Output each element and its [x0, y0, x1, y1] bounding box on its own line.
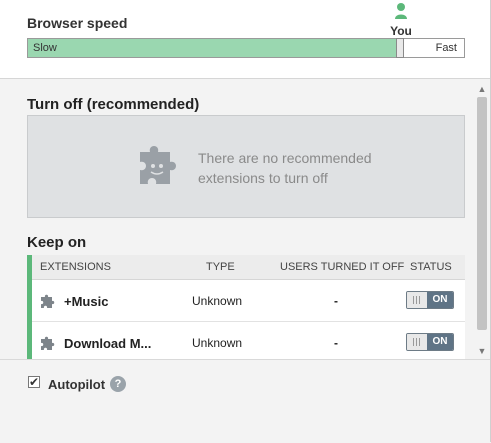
users-turned-off: - [334, 336, 338, 350]
table-row: +Music Unknown - ON [32, 280, 465, 322]
extension-name: +Music [64, 294, 109, 309]
table-header: EXTENSIONS TYPE USERS TURNED IT OFF STAT… [32, 255, 465, 280]
scroll-up-icon[interactable]: ▲ [476, 83, 488, 95]
column-users: USERS TURNED IT OFF [280, 261, 405, 273]
users-turned-off: - [334, 294, 338, 308]
toggle-on-label: ON [427, 292, 453, 308]
keep-on-title: Keep on [27, 234, 87, 251]
speed-fill [28, 39, 399, 57]
extension-puzzle-icon [41, 336, 55, 350]
extension-name: Download M... [64, 336, 152, 351]
speed-handle[interactable] [396, 38, 404, 58]
autopilot-checkbox[interactable]: ✔ [28, 376, 40, 388]
slow-label: Slow [33, 42, 57, 54]
help-icon[interactable]: ? [110, 376, 126, 392]
empty-message-line1: There are no recommended [198, 150, 372, 166]
toggle-grip [407, 292, 427, 308]
extension-puzzle-icon [41, 294, 55, 308]
scrollbar[interactable]: ▲ ▼ [476, 83, 488, 357]
autopilot-label[interactable]: Autopilot [48, 377, 105, 392]
keep-on-table: EXTENSIONS TYPE USERS TURNED IT OFF STAT… [27, 255, 465, 360]
extension-type: Unknown [192, 294, 243, 308]
column-type: TYPE [206, 261, 235, 273]
empty-message: There are no recommended extensions to t… [198, 148, 398, 188]
scroll-down-icon[interactable]: ▼ [476, 345, 488, 357]
empty-message-line2: extensions to turn off [198, 170, 328, 186]
extensions-panel: Turn off (recommended) There are no reco… [0, 78, 491, 360]
scroll-thumb[interactable] [477, 97, 487, 330]
turn-off-empty-box: There are no recommended extensions to t… [27, 115, 465, 218]
speed-title: Browser speed [27, 15, 128, 31]
table-row: Download M... Unknown - ON [32, 322, 465, 360]
footer: ✔ Autopilot ? [0, 359, 491, 443]
turn-off-title: Turn off (recommended) [27, 96, 200, 113]
you-marker: You [388, 2, 414, 38]
speed-header: Browser speed You Slow Fast [0, 0, 491, 78]
you-label: You [390, 24, 412, 38]
toggle-on-label: ON [427, 334, 453, 350]
toggle-grip [407, 334, 427, 350]
extension-type: Unknown [192, 336, 243, 350]
fast-label: Fast [435, 42, 457, 54]
column-extensions: EXTENSIONS [40, 261, 111, 273]
status-toggle[interactable]: ON [406, 291, 454, 309]
column-status: STATUS [410, 261, 452, 273]
puzzle-icon [140, 146, 176, 184]
status-toggle[interactable]: ON [406, 333, 454, 351]
speed-bar: Slow Fast [27, 38, 465, 58]
user-icon [395, 3, 407, 19]
